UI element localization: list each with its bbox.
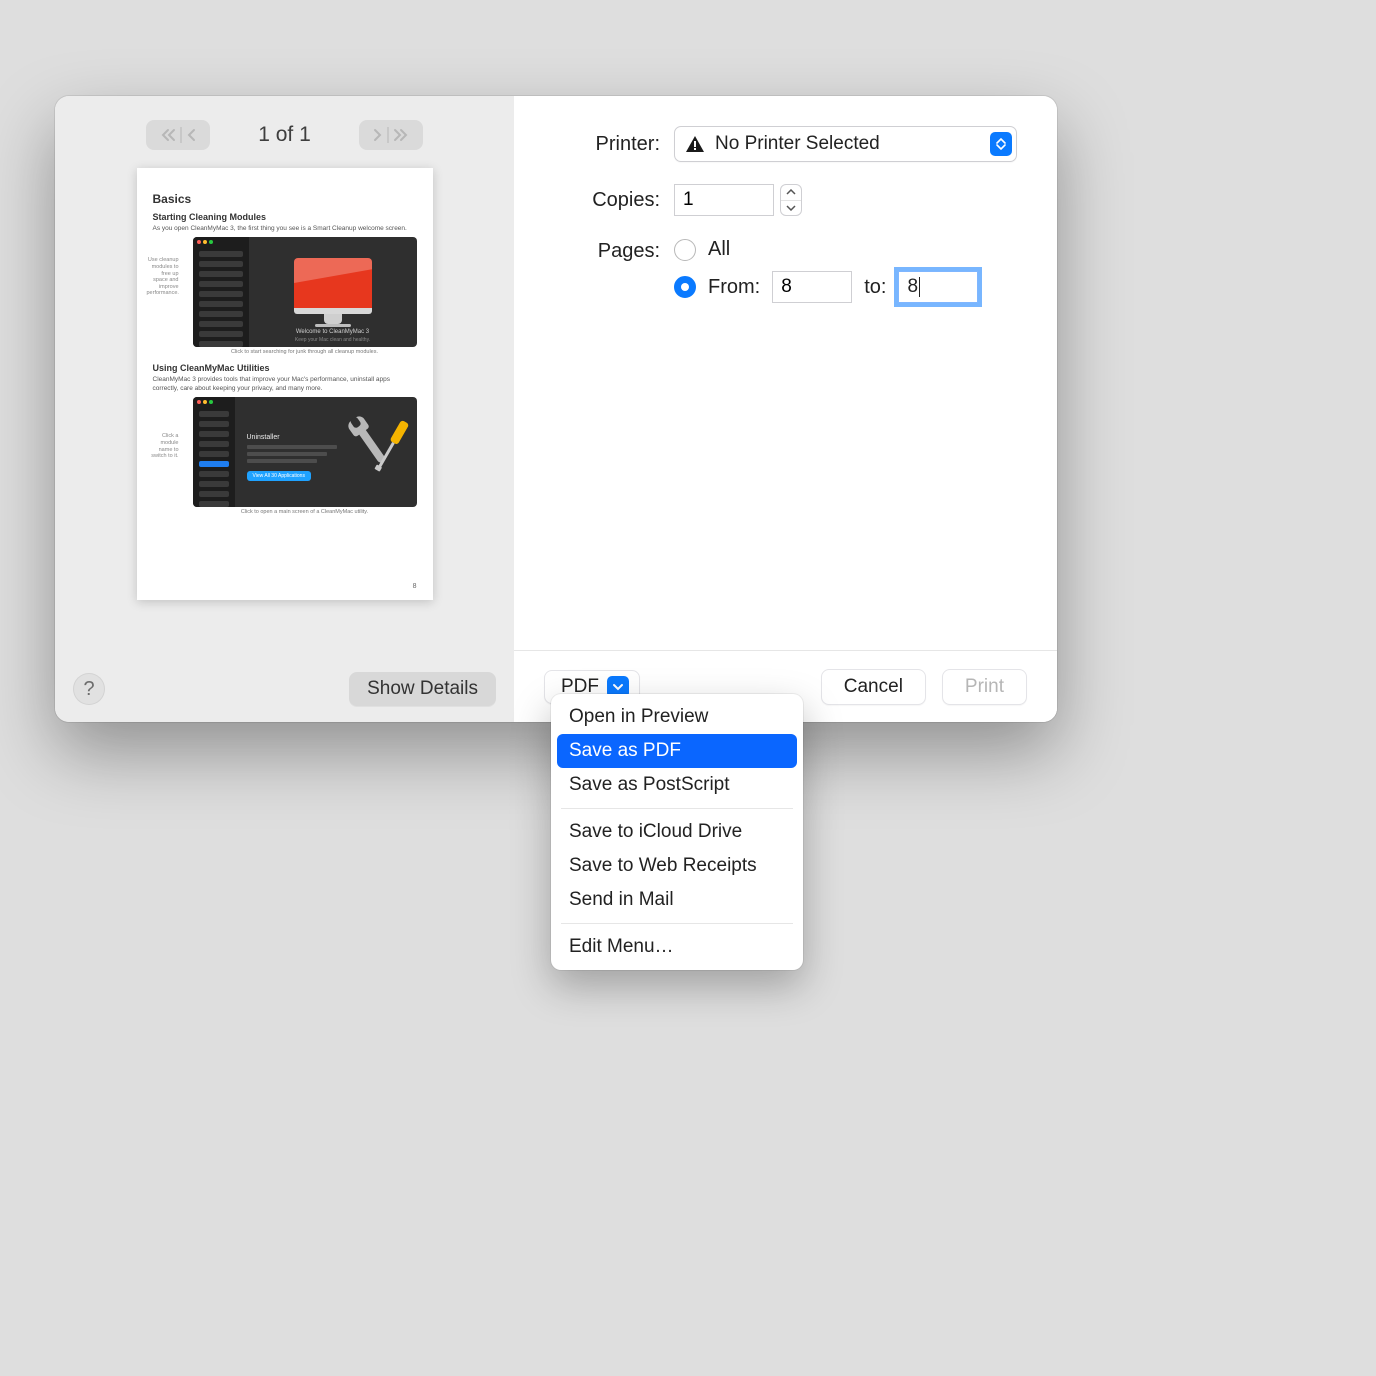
- pages-range-row[interactable]: From: to: 8: [674, 271, 1017, 303]
- preview-paragraph: CleanMyMac 3 provides tools that improve…: [153, 376, 417, 393]
- pages-all-row[interactable]: All: [674, 238, 1017, 261]
- preview-margin-note: Click a module name to switch to it.: [147, 433, 183, 459]
- chevron-right-icon: [373, 128, 383, 142]
- printer-label: Printer:: [554, 133, 674, 156]
- pages-label: Pages:: [554, 238, 674, 263]
- preview-welcome-sub: Keep your Mac clean and healthy.: [249, 337, 417, 343]
- pages-to-label: to:: [864, 276, 886, 299]
- menu-item-open-preview[interactable]: Open in Preview: [557, 700, 797, 734]
- radio-all[interactable]: [674, 239, 696, 261]
- select-arrows-icon: [990, 132, 1012, 156]
- menu-item-edit-menu[interactable]: Edit Menu…: [557, 930, 797, 964]
- menu-divider: [561, 923, 793, 924]
- menu-item-send-in-mail[interactable]: Send in Mail: [557, 883, 797, 917]
- options-pane: Printer: No Printer Selected Copies:: [514, 96, 1057, 722]
- preview-screenshot: Welcome to CleanMyMac 3 Keep your Mac cl…: [193, 237, 417, 347]
- preview-heading: Basics: [153, 192, 417, 206]
- help-button[interactable]: ?: [73, 673, 105, 705]
- copies-group: [674, 184, 1017, 216]
- menu-divider: [561, 808, 793, 809]
- prev-page-button[interactable]: [146, 120, 210, 150]
- pdf-dropdown-menu: Open in Preview Save as PDF Save as Post…: [551, 694, 803, 970]
- pages-group: All From: to: 8: [674, 238, 1017, 303]
- preview-pane: 1 of 1 Basics Starting Cleaning Modules …: [55, 96, 514, 722]
- copies-label: Copies:: [554, 189, 674, 212]
- preview-caption: Click to open a main screen of a CleanMy…: [193, 509, 417, 515]
- preview-screenshot: Uninstaller View All 30 Applications: [193, 397, 417, 507]
- show-details-button[interactable]: Show Details: [349, 672, 496, 706]
- preview-paragraph: As you open CleanMyMac 3, the first thin…: [153, 225, 417, 233]
- page-counter: 1 of 1: [258, 123, 311, 147]
- double-chevron-right-icon: [393, 128, 409, 142]
- menu-item-save-web-receipts[interactable]: Save to Web Receipts: [557, 849, 797, 883]
- double-chevron-left-icon: [160, 128, 176, 142]
- preview-uninstaller-button: View All 30 Applications: [247, 471, 311, 481]
- page-nav: 1 of 1: [55, 96, 514, 164]
- next-page-button[interactable]: [359, 120, 423, 150]
- printer-value: No Printer Selected: [715, 133, 880, 155]
- printer-select[interactable]: No Printer Selected: [674, 126, 1017, 162]
- menu-item-save-as-pdf[interactable]: Save as PDF: [557, 734, 797, 768]
- print-dialog: 1 of 1 Basics Starting Cleaning Modules …: [55, 96, 1057, 722]
- copies-stepper[interactable]: [780, 184, 802, 216]
- stepper-up-icon[interactable]: [781, 185, 801, 201]
- preview-margin-note: Use cleanup modules to free up space and…: [147, 257, 183, 297]
- pages-from-label: From:: [708, 276, 760, 299]
- divider-icon: [180, 127, 182, 143]
- pages-to-value: 8: [907, 276, 918, 298]
- radio-from[interactable]: [674, 276, 696, 298]
- preview-welcome-text: Welcome to CleanMyMac 3: [249, 329, 417, 335]
- preview-subheading: Starting Cleaning Modules: [153, 212, 417, 222]
- print-button[interactable]: Print: [942, 669, 1027, 705]
- page-preview: Basics Starting Cleaning Modules As you …: [137, 168, 433, 600]
- copies-input[interactable]: [674, 184, 774, 216]
- preview-subheading: Using CleanMyMac Utilities: [153, 363, 417, 373]
- chevron-left-icon: [186, 128, 196, 142]
- stepper-down-icon[interactable]: [781, 201, 801, 216]
- print-form: Printer: No Printer Selected Copies:: [514, 96, 1057, 303]
- pages-all-label: All: [708, 238, 730, 261]
- pages-to-input[interactable]: 8: [898, 271, 978, 303]
- left-toolbar: ? Show Details: [55, 656, 514, 722]
- preview-caption: Click to start searching for junk throug…: [193, 349, 417, 355]
- menu-item-save-icloud[interactable]: Save to iCloud Drive: [557, 815, 797, 849]
- preview-uninstaller-title: Uninstaller: [247, 434, 337, 441]
- warning-icon: [685, 135, 705, 153]
- pages-from-input[interactable]: [772, 271, 852, 303]
- preview-page-number: 8: [413, 583, 417, 590]
- menu-item-save-as-postscript[interactable]: Save as PostScript: [557, 768, 797, 802]
- cancel-button[interactable]: Cancel: [821, 669, 926, 705]
- divider-icon: [387, 127, 389, 143]
